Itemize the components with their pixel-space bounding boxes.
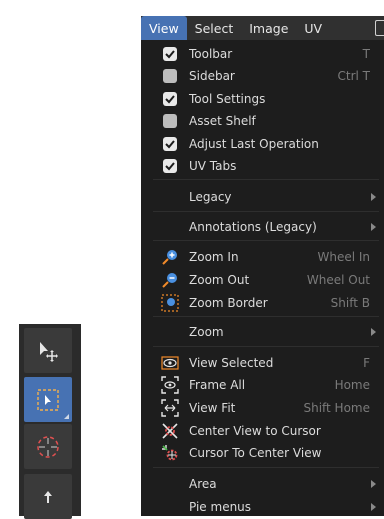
menu-item-label: Adjust Last Operation	[189, 137, 319, 151]
zoom-out-icon	[161, 271, 179, 289]
cursor-icon	[37, 435, 59, 458]
menu-item-view-fit[interactable]: View Fit Shift Home	[141, 397, 384, 419]
separator	[153, 211, 379, 212]
menu-item-view-selected[interactable]: View Selected F	[141, 352, 384, 374]
separator	[153, 179, 379, 180]
check-on-icon	[163, 159, 177, 173]
menu-item-label: Pie menus	[189, 500, 252, 514]
submenu-annotations-legacy[interactable]: Annotations (Legacy)	[141, 216, 384, 238]
checkbox-tool-settings[interactable]	[161, 90, 179, 108]
menu-item-zoom-in[interactable]: Zoom In Wheel In	[141, 246, 384, 268]
select-box-icon	[37, 388, 59, 411]
menu-item-label: Cursor To Center View	[189, 446, 322, 460]
tweak-tool-button[interactable]	[24, 328, 72, 373]
menu-item-label: View Selected	[189, 356, 274, 370]
zoom-border-icon	[161, 294, 179, 312]
checkbox-toolbar[interactable]	[161, 45, 179, 63]
menu-item-label: Area	[189, 477, 217, 491]
move-arrow-icon	[44, 490, 52, 503]
shortcut-label: T	[362, 47, 370, 61]
menu-item-label: Sidebar	[189, 69, 235, 83]
checkbox-uv-tabs[interactable]	[161, 157, 179, 175]
submenu-area[interactable]: Area	[141, 473, 384, 495]
menu-item-label: Frame All	[189, 378, 246, 392]
menu-item-label: Tool Settings	[189, 92, 266, 106]
clipped-menu-edge	[375, 20, 384, 36]
separator	[153, 316, 379, 317]
shortcut-label: Wheel In	[317, 250, 370, 264]
menu-item-label: View Fit	[189, 401, 236, 415]
menu-item-tool-settings[interactable]: Tool Settings	[141, 88, 384, 110]
view-menu: View Select Image UV Toolbar T Sidebar C…	[141, 16, 384, 516]
menu-item-zoom-border[interactable]: Zoom Border Shift B	[141, 292, 384, 314]
frame-all-icon	[161, 376, 179, 394]
separator	[153, 467, 379, 468]
menu-item-label: Asset Shelf	[189, 114, 256, 128]
submenu-arrow-icon	[371, 193, 376, 201]
menu-item-label: Toolbar	[189, 47, 233, 61]
menu-item-frame-all[interactable]: Frame All Home	[141, 374, 384, 396]
checkbox-asset-shelf[interactable]	[161, 112, 179, 130]
menu-item-label: Center View to Cursor	[189, 424, 321, 438]
menu-item-sidebar[interactable]: Sidebar Ctrl T	[141, 65, 384, 87]
menu-item-label: Zoom	[189, 325, 224, 339]
menu-item-label: Legacy	[189, 190, 232, 204]
zoom-in-icon	[161, 248, 179, 266]
shortcut-label: Shift B	[330, 296, 370, 310]
separator	[153, 240, 379, 241]
tool-options-corner	[64, 414, 69, 419]
submenu-arrow-icon	[371, 480, 376, 488]
menu-item-zoom-out[interactable]: Zoom Out Wheel Out	[141, 269, 384, 291]
tool-panel	[19, 324, 81, 519]
submenu-arrow-icon	[371, 328, 376, 336]
check-on-icon	[163, 137, 177, 151]
select-box-tool-button[interactable]	[24, 377, 72, 422]
menu-item-asset-shelf[interactable]: Asset Shelf	[141, 110, 384, 132]
menu-image[interactable]: Image	[241, 16, 296, 40]
cursor-to-center-icon	[161, 444, 179, 462]
shortcut-label: Shift Home	[303, 401, 370, 415]
check-off-icon	[163, 114, 177, 128]
view-selected-icon	[161, 354, 179, 372]
menu-select[interactable]: Select	[187, 16, 242, 40]
submenu-arrow-icon	[371, 503, 376, 511]
menu-item-label: UV Tabs	[189, 159, 237, 173]
menu-uv[interactable]: UV	[296, 16, 330, 40]
menu-item-cursor-to-center-view[interactable]: Cursor To Center View	[141, 442, 384, 464]
menu-item-uv-tabs[interactable]: UV Tabs	[141, 155, 384, 177]
menu-item-adjust-last-operation[interactable]: Adjust Last Operation	[141, 133, 384, 155]
checkbox-adjust-last-operation[interactable]	[161, 135, 179, 153]
menu-item-label: Zoom Border	[189, 296, 268, 310]
submenu-arrow-icon	[371, 223, 376, 231]
submenu-legacy[interactable]: Legacy	[141, 186, 384, 208]
menu-view[interactable]: View	[141, 16, 187, 40]
center-to-cursor-icon	[161, 422, 179, 440]
check-on-icon	[163, 92, 177, 106]
view-fit-icon	[161, 399, 179, 417]
menu-item-label: Annotations (Legacy)	[189, 220, 317, 234]
shortcut-label: Ctrl T	[337, 69, 371, 83]
tweak-move-icon	[40, 341, 58, 362]
check-off-icon	[163, 69, 177, 83]
cursor-tool-button[interactable]	[24, 424, 72, 469]
menu-item-center-view-to-cursor[interactable]: Center View to Cursor	[141, 420, 384, 442]
header-menubar: View Select Image UV	[141, 16, 384, 40]
checkbox-sidebar[interactable]	[161, 67, 179, 85]
shortcut-label: Home	[334, 378, 370, 392]
submenu-zoom[interactable]: Zoom	[141, 321, 384, 343]
separator	[153, 346, 379, 347]
menu-item-label: Zoom Out	[189, 273, 250, 287]
menu-item-toolbar[interactable]: Toolbar T	[141, 43, 384, 65]
move-tool-button[interactable]	[24, 474, 72, 519]
submenu-pie-menus[interactable]: Pie menus	[141, 496, 384, 518]
shortcut-label: F	[363, 356, 370, 370]
menu-item-label: Zoom In	[189, 250, 239, 264]
check-on-icon	[163, 47, 177, 61]
shortcut-label: Wheel Out	[306, 273, 370, 287]
